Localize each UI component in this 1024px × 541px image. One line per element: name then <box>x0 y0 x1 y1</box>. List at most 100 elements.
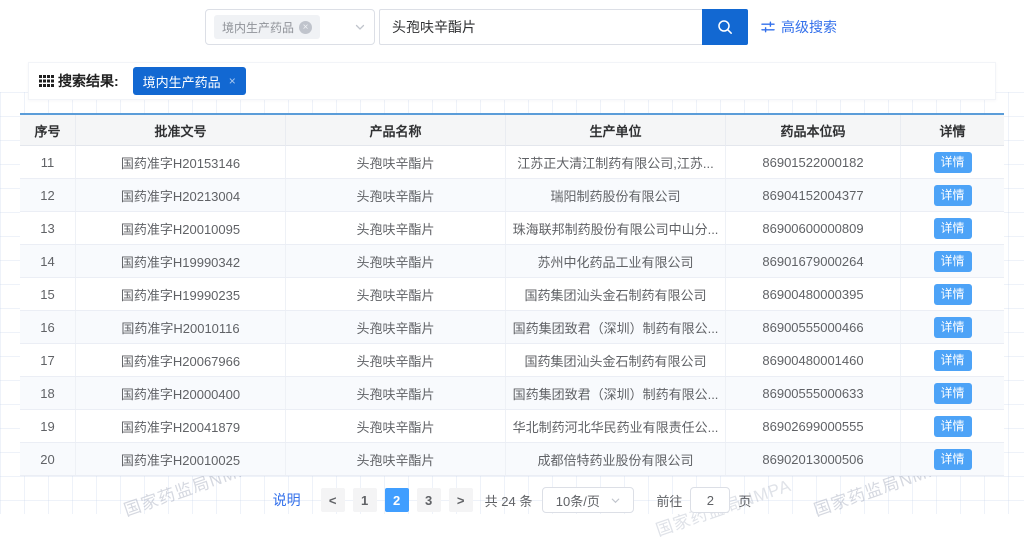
cell-detail: 详情 <box>901 410 1004 442</box>
detail-button[interactable]: 详情 <box>934 383 972 404</box>
cell-approval: 国药准字H20010116 <box>76 311 286 343</box>
cell-manufacturer: 国药集团致君（深圳）制药有限公... <box>506 311 726 343</box>
cell-product: 头孢呋辛酯片 <box>286 344 506 376</box>
filter-tag-label: 境内生产药品 <box>143 72 221 91</box>
results-label: 搜索结果: <box>39 71 119 91</box>
page-button-1[interactable]: 1 <box>353 488 377 512</box>
prev-page-button[interactable]: < <box>321 488 345 512</box>
page-buttons: 123 <box>349 488 445 512</box>
cell-detail: 详情 <box>901 443 1004 475</box>
cell-detail: 详情 <box>901 311 1004 343</box>
detail-button[interactable]: 详情 <box>934 251 972 272</box>
cell-product: 头孢呋辛酯片 <box>286 278 506 310</box>
cell-manufacturer: 江苏正大清江制药有限公司,江苏... <box>506 146 726 178</box>
search-bar: 境内生产药品 × 高级搜索 <box>205 9 837 45</box>
table-body: 11 国药准字H20153146 头孢呋辛酯片 江苏正大清江制药有限公司,江苏.… <box>20 146 1004 476</box>
note-link[interactable]: 说明 <box>273 490 301 510</box>
detail-button[interactable]: 详情 <box>934 152 972 173</box>
cell-approval: 国药准字H19990342 <box>76 245 286 277</box>
next-page-button[interactable]: > <box>449 488 473 512</box>
page-button-3[interactable]: 3 <box>417 488 441 512</box>
grid-icon <box>39 75 54 87</box>
cell-approval: 国药准字H20067966 <box>76 344 286 376</box>
cell-approval: 国药准字H20153146 <box>76 146 286 178</box>
cell-detail: 详情 <box>901 179 1004 211</box>
cell-approval: 国药准字H20010095 <box>76 212 286 244</box>
filter-tag[interactable]: 境内生产药品 × <box>133 67 246 95</box>
column-header-approval: 批准文号 <box>76 115 286 146</box>
detail-button[interactable]: 详情 <box>934 416 972 437</box>
cell-product: 头孢呋辛酯片 <box>286 410 506 442</box>
cell-code: 86900480001460 <box>726 344 901 376</box>
table-row: 19 国药准字H20041879 头孢呋辛酯片 华北制药河北华民药业有限责任公.… <box>20 410 1004 443</box>
page-size-select[interactable]: 10条/页 <box>542 487 634 513</box>
goto-suffix: 页 <box>738 491 751 510</box>
table-row: 18 国药准字H20000400 头孢呋辛酯片 国药集团致君（深圳）制药有限公.… <box>20 377 1004 410</box>
table-row: 12 国药准字H20213004 头孢呋辛酯片 瑞阳制药股份有限公司 86904… <box>20 179 1004 212</box>
table-row: 15 国药准字H19990235 头孢呋辛酯片 国药集团汕头金石制药有限公司 8… <box>20 278 1004 311</box>
category-select[interactable]: 境内生产药品 × <box>205 9 375 45</box>
column-header-product: 产品名称 <box>286 115 506 146</box>
cell-detail: 详情 <box>901 377 1004 409</box>
table-row: 13 国药准字H20010095 头孢呋辛酯片 珠海联邦制药股份有限公司中山分.… <box>20 212 1004 245</box>
tag-close-icon[interactable]: × <box>299 21 312 34</box>
column-header-no: 序号 <box>20 115 76 146</box>
detail-button[interactable]: 详情 <box>934 317 972 338</box>
detail-button[interactable]: 详情 <box>934 350 972 371</box>
cell-code: 86901522000182 <box>726 146 901 178</box>
cell-product: 头孢呋辛酯片 <box>286 212 506 244</box>
cell-code: 86900600000809 <box>726 212 901 244</box>
goto-prefix: 前往 <box>656 491 682 510</box>
search-icon <box>716 18 734 36</box>
goto-page: 前往 页 <box>656 487 751 513</box>
sliders-icon <box>761 20 775 34</box>
column-header-code: 药品本位码 <box>726 115 901 146</box>
cell-no: 16 <box>20 311 76 343</box>
results-label-text: 搜索结果: <box>58 71 119 91</box>
table-row: 17 国药准字H20067966 头孢呋辛酯片 国药集团汕头金石制药有限公司 8… <box>20 344 1004 377</box>
cell-approval: 国药准字H20041879 <box>76 410 286 442</box>
column-header-detail: 详情 <box>901 115 1004 146</box>
cell-code: 86901679000264 <box>726 245 901 277</box>
total-count: 共 24 条 <box>485 491 533 510</box>
detail-button[interactable]: 详情 <box>934 185 972 206</box>
cell-detail: 详情 <box>901 278 1004 310</box>
detail-button[interactable]: 详情 <box>934 284 972 305</box>
cell-manufacturer: 苏州中化药品工业有限公司 <box>506 245 726 277</box>
page-button-2[interactable]: 2 <box>385 488 409 512</box>
cell-detail: 详情 <box>901 146 1004 178</box>
table-row: 20 国药准字H20010025 头孢呋辛酯片 成都倍特药业股份有限公司 869… <box>20 443 1004 476</box>
detail-button[interactable]: 详情 <box>934 218 972 239</box>
cell-product: 头孢呋辛酯片 <box>286 377 506 409</box>
cell-product: 头孢呋辛酯片 <box>286 311 506 343</box>
cell-product: 头孢呋辛酯片 <box>286 179 506 211</box>
cell-approval: 国药准字H20000400 <box>76 377 286 409</box>
cell-manufacturer: 国药集团致君（深圳）制药有限公... <box>506 377 726 409</box>
cell-product: 头孢呋辛酯片 <box>286 146 506 178</box>
cell-code: 86902699000555 <box>726 410 901 442</box>
table-header: 序号 批准文号 产品名称 生产单位 药品本位码 详情 <box>20 115 1004 146</box>
cell-no: 18 <box>20 377 76 409</box>
cell-code: 86902013000506 <box>726 443 901 475</box>
chevron-down-icon <box>354 21 366 33</box>
advanced-search-link[interactable]: 高级搜索 <box>761 9 837 45</box>
cell-manufacturer: 瑞阳制药股份有限公司 <box>506 179 726 211</box>
page-size-value: 10条/页 <box>556 491 600 510</box>
cell-no: 15 <box>20 278 76 310</box>
goto-page-input[interactable] <box>690 487 730 513</box>
cell-detail: 详情 <box>901 245 1004 277</box>
cell-detail: 详情 <box>901 344 1004 376</box>
cell-product: 头孢呋辛酯片 <box>286 443 506 475</box>
detail-button[interactable]: 详情 <box>934 449 972 470</box>
results-table: 序号 批准文号 产品名称 生产单位 药品本位码 详情 11 国药准字H20153… <box>20 113 1004 476</box>
results-bar: 搜索结果: 境内生产药品 × <box>28 62 996 100</box>
filter-tag-close-icon[interactable]: × <box>229 74 236 88</box>
search-input[interactable] <box>379 9 702 45</box>
cell-no: 11 <box>20 146 76 178</box>
search-button[interactable] <box>702 9 748 45</box>
cell-approval: 国药准字H19990235 <box>76 278 286 310</box>
cell-manufacturer: 国药集团汕头金石制药有限公司 <box>506 344 726 376</box>
cell-manufacturer: 成都倍特药业股份有限公司 <box>506 443 726 475</box>
cell-code: 86900555000633 <box>726 377 901 409</box>
cell-approval: 国药准字H20010025 <box>76 443 286 475</box>
